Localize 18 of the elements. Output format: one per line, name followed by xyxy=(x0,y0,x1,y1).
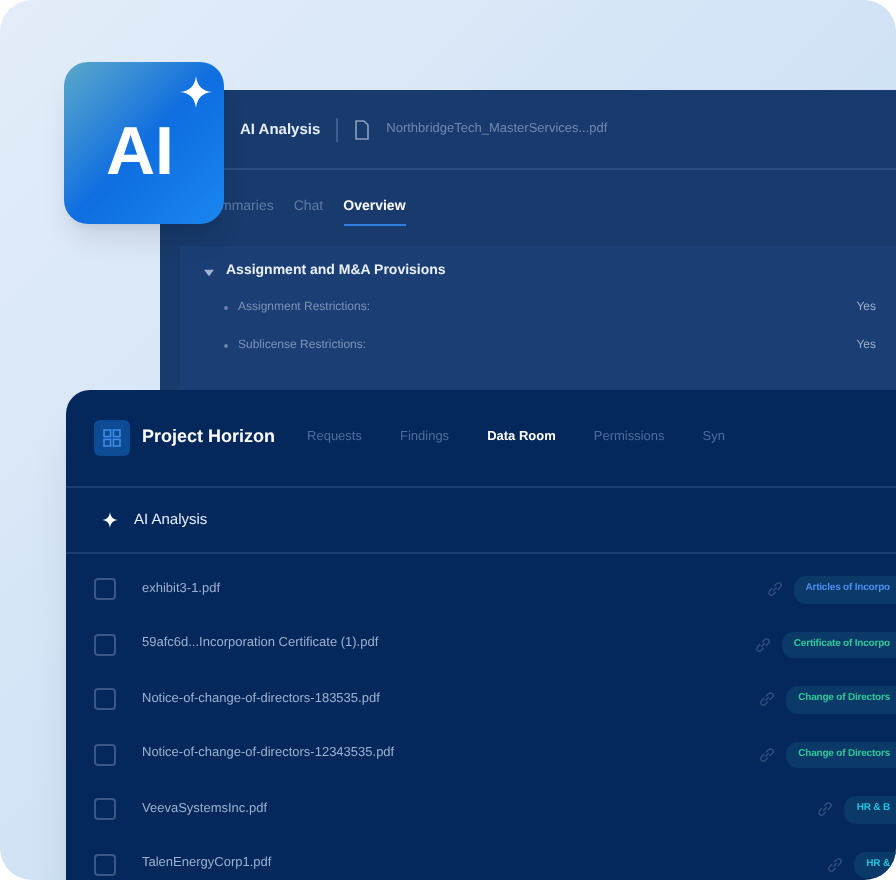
link-icon[interactable] xyxy=(753,635,772,654)
checkbox[interactable] xyxy=(94,853,116,876)
link-icon[interactable] xyxy=(816,800,835,819)
checkbox[interactable] xyxy=(94,633,116,656)
sparkle-icon xyxy=(180,76,212,108)
checkbox[interactable] xyxy=(94,743,116,766)
grid-icon xyxy=(94,420,130,456)
logo-text: AI xyxy=(106,112,174,194)
file-icon xyxy=(354,119,371,139)
checkbox[interactable] xyxy=(94,798,116,821)
link-icon[interactable] xyxy=(758,690,777,709)
checkbox[interactable] xyxy=(94,578,116,601)
link-icon[interactable] xyxy=(765,580,784,599)
sparkle-icon xyxy=(102,512,118,528)
checkbox[interactable] xyxy=(94,688,116,711)
project-title: Project Horizon xyxy=(142,424,276,451)
link-icon[interactable] xyxy=(826,855,845,874)
link-icon[interactable] xyxy=(758,745,777,764)
